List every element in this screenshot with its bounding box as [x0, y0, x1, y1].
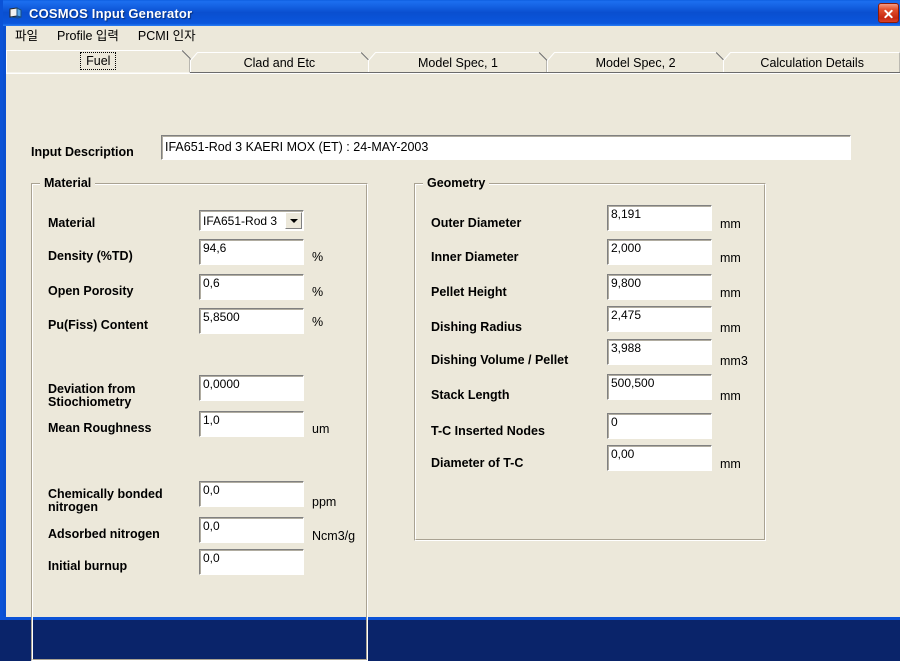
pellet-height-unit: mm: [720, 286, 741, 300]
outer-diameter-input[interactable]: 8,191: [607, 205, 712, 231]
menu-item-pcmi-factor[interactable]: PCMI 인자: [136, 24, 205, 46]
stack-length-label: Stack Length: [431, 388, 510, 402]
outer-diameter-unit: mm: [720, 217, 741, 231]
tab-model-spec-2[interactable]: Model Spec, 2: [546, 52, 725, 73]
pu-fiss-content-unit: %: [312, 315, 324, 329]
app-document-icon: [8, 5, 24, 21]
dishing-volume-per-pellet-input[interactable]: 3,988: [607, 339, 712, 365]
open-porosity-unit: %: [312, 285, 324, 299]
dishing-volume-per-pellet-unit: mm3: [720, 354, 748, 368]
outer-diameter-label: Outer Diameter: [431, 216, 522, 230]
inner-diameter-unit: mm: [720, 251, 741, 265]
pu-fiss-content-label: Pu(Fiss) Content: [48, 318, 148, 332]
diameter-of-tc-label: Diameter of T-C: [431, 456, 524, 470]
geometry-group-title: Geometry: [423, 176, 490, 190]
chevron-down-icon[interactable]: [285, 212, 302, 229]
tab-clad-and-etc[interactable]: Clad and Etc: [189, 52, 370, 73]
tab-label: Clad and Etc: [243, 55, 316, 70]
deviation-stoichiometry-label: Deviation from Stiochiometry: [48, 382, 136, 409]
diameter-of-tc-unit: mm: [720, 457, 741, 471]
tab-label: Fuel: [80, 52, 117, 70]
dishing-radius-label: Dishing Radius: [431, 320, 522, 334]
material-label: Material: [48, 216, 96, 230]
input-description-label: Input Description: [31, 145, 134, 159]
pu-fiss-content-input[interactable]: 5,8500: [199, 308, 304, 334]
dishing-volume-per-pellet-label: Dishing Volume / Pellet: [431, 353, 569, 367]
pellet-height-input[interactable]: 9,800: [607, 274, 712, 300]
initial-burnup-label: Initial burnup: [48, 559, 128, 573]
title-bar: COSMOS Input Generator: [3, 0, 900, 26]
tab-model-spec-1[interactable]: Model Spec, 1: [368, 52, 548, 73]
tab-label: Calculation Details: [760, 55, 864, 70]
mean-roughness-input[interactable]: 1,0: [199, 411, 304, 437]
stack-length-unit: mm: [720, 389, 741, 403]
menu-bar: 파일 Profile 입력 PCMI 인자: [6, 26, 900, 45]
tab-label: Model Spec, 2: [595, 55, 676, 70]
menu-item-profile-input[interactable]: Profile 입력: [55, 24, 128, 46]
material-select[interactable]: IFA651-Rod 3: [199, 210, 304, 231]
client-area: 파일 Profile 입력 PCMI 인자 Fuel Clad and Etc: [6, 26, 900, 661]
open-porosity-label: Open Porosity: [48, 284, 134, 298]
mean-roughness-label: Mean Roughness: [48, 421, 152, 435]
diameter-of-tc-input[interactable]: 0,00: [607, 445, 712, 471]
stack-length-input[interactable]: 500,500: [607, 374, 712, 400]
density-label: Density (%TD): [48, 249, 133, 263]
initial-burnup-input[interactable]: 0,0: [199, 549, 304, 575]
tab-strip: Fuel Clad and Etc Model Spec, 1 Model Sp…: [6, 48, 900, 73]
material-select-value: IFA651-Rod 3: [203, 214, 278, 228]
adsorbed-nitrogen-unit: Ncm3/g: [312, 529, 356, 543]
close-button[interactable]: [878, 3, 899, 23]
tab-panel-fuel: Input Description IFA651-Rod 3 KAERI MOX…: [6, 72, 900, 661]
adsorbed-nitrogen-label: Adsorbed nitrogen: [48, 527, 160, 541]
dishing-radius-input[interactable]: 2,475: [607, 306, 712, 332]
chemically-bonded-nitrogen-input[interactable]: 0,0: [199, 481, 304, 507]
dishing-radius-unit: mm: [720, 321, 741, 335]
open-porosity-input[interactable]: 0,6: [199, 274, 304, 300]
pellet-height-label: Pellet Height: [431, 285, 507, 299]
density-unit: %: [312, 250, 324, 264]
adsorbed-nitrogen-input[interactable]: 0,0: [199, 517, 304, 543]
input-description-field[interactable]: IFA651-Rod 3 KAERI MOX (ET) : 24-MAY-200…: [161, 135, 851, 160]
chemically-bonded-nitrogen-label: Chemically bonded nitrogen: [48, 487, 163, 514]
inner-diameter-label: Inner Diameter: [431, 250, 519, 264]
menu-item-file[interactable]: 파일: [13, 24, 47, 46]
window-title: COSMOS Input Generator: [29, 5, 193, 21]
tab-label: Model Spec, 1: [418, 55, 498, 70]
deviation-stoichiometry-input[interactable]: 0,0000: [199, 375, 304, 401]
mean-roughness-unit: um: [312, 422, 330, 436]
density-input[interactable]: 94,6: [199, 239, 304, 265]
tab-fuel[interactable]: Fuel: [6, 49, 191, 73]
tc-inserted-nodes-label: T-C Inserted Nodes: [431, 424, 545, 438]
tab-calculation-details[interactable]: Calculation Details: [723, 52, 900, 73]
tc-inserted-nodes-input[interactable]: 0: [607, 413, 712, 439]
material-group-title: Material: [40, 176, 96, 190]
application-window: COSMOS Input Generator 파일 Profile 입력 PCM…: [0, 0, 900, 661]
inner-diameter-input[interactable]: 2,000: [607, 239, 712, 265]
chemically-bonded-nitrogen-unit: ppm: [312, 495, 337, 509]
